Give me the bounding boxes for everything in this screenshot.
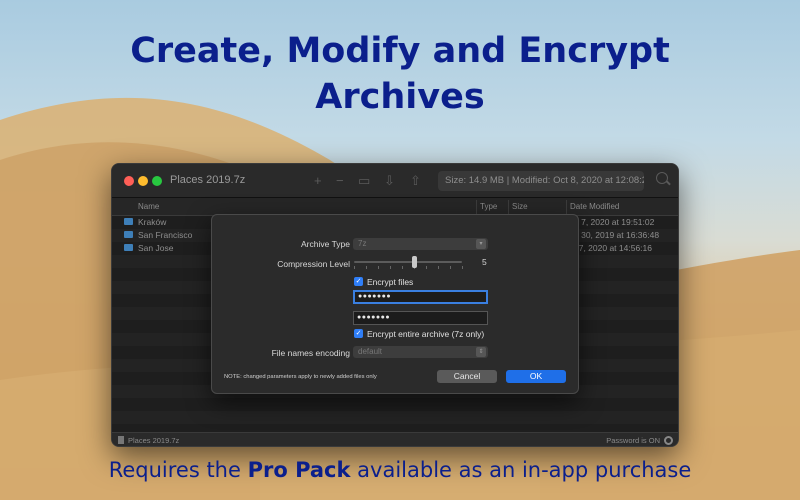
slider-tick xyxy=(390,266,391,269)
promo-footer: Requires the Pro Pack available as an in… xyxy=(0,458,800,482)
file-date: t 7, 2020 at 14:56:16 xyxy=(574,243,652,253)
compression-level-label: Compression Level xyxy=(277,259,350,269)
file-date: p 30, 2019 at 16:36:48 xyxy=(574,230,660,240)
password-status: Password is ON xyxy=(606,436,660,445)
password-field[interactable]: ●●●●●●● xyxy=(353,290,488,304)
file-name: San Francisco xyxy=(138,230,193,240)
column-size[interactable]: Size xyxy=(512,202,528,211)
encrypt-files-label: Encrypt files xyxy=(367,277,414,287)
compression-slider-knob[interactable] xyxy=(412,256,417,268)
dialog-note: NOTE: changed parameters apply to newly … xyxy=(224,374,377,380)
slider-tick xyxy=(450,266,451,269)
archive-type-label: Archive Type xyxy=(301,239,350,249)
password-confirm-field[interactable]: ●●●●●●● xyxy=(353,311,488,325)
chevron-down-icon: ▾ xyxy=(476,239,486,249)
chevron-updown-icon: ⇕ xyxy=(476,347,486,357)
encrypt-files-checkbox[interactable]: ✓ xyxy=(354,277,363,286)
promo-footer-bold: Pro Pack xyxy=(247,458,351,482)
promo-footer-before: Requires the xyxy=(108,458,248,482)
search-icon[interactable] xyxy=(656,172,668,184)
promo-headline: Create, Modify and Encrypt Archives xyxy=(0,28,800,120)
archive-type-value: 7z xyxy=(358,239,367,248)
folder-icon[interactable]: ▭ xyxy=(358,173,370,189)
slider-tick xyxy=(354,266,355,269)
maximize-window-button[interactable] xyxy=(152,176,162,186)
promo-footer-after: available as an in-app purchase xyxy=(350,458,692,482)
slider-tick xyxy=(438,266,439,269)
encrypt-archive-label: Encrypt entire archive (7z only) xyxy=(367,329,485,339)
extract-icon[interactable]: ⇩ xyxy=(384,173,395,189)
add-icon[interactable]: + xyxy=(314,173,322,188)
window-titlebar: Places 2019.7z + − ▭ ⇩ ⇧ Size: 14.9 MB |… xyxy=(112,164,678,198)
slider-tick xyxy=(378,266,379,269)
ok-button[interactable]: OK xyxy=(506,370,566,383)
file-name: San Jose xyxy=(138,243,174,253)
archive-settings-dialog: Archive Type 7z ▾ Compression Level 5 ✓ … xyxy=(211,214,579,394)
export-icon[interactable]: ⇧ xyxy=(410,173,421,189)
folder-icon xyxy=(124,244,133,251)
column-date-modified[interactable]: Date Modified xyxy=(570,202,619,211)
encrypt-archive-checkbox[interactable]: ✓ xyxy=(354,329,363,338)
promo-headline-line2: Archives xyxy=(315,77,485,117)
remove-icon[interactable]: − xyxy=(336,173,344,188)
encoding-value: default xyxy=(358,347,383,356)
archive-info-box: Size: 14.9 MB | Modified: Oct 8, 2020 at… xyxy=(438,171,644,191)
slider-tick xyxy=(366,266,367,269)
status-archive-name: Places 2019.7z xyxy=(128,436,180,445)
encoding-label: File names encoding xyxy=(271,348,350,358)
slider-tick xyxy=(402,266,403,269)
compression-level-value: 5 xyxy=(482,257,487,267)
file-date: p 7, 2020 at 19:51:02 xyxy=(574,217,655,227)
promo-headline-line1: Create, Modify and Encrypt xyxy=(130,31,670,71)
window-title: Places 2019.7z xyxy=(170,174,246,186)
close-window-button[interactable] xyxy=(124,176,134,186)
archive-type-select[interactable]: 7z ▾ xyxy=(353,238,488,250)
encoding-select[interactable]: default ⇕ xyxy=(353,346,488,358)
cancel-button[interactable]: Cancel xyxy=(437,370,497,383)
archive-file-icon xyxy=(118,436,124,444)
status-bar: Places 2019.7z Password is ON xyxy=(112,432,678,446)
minimize-window-button[interactable] xyxy=(138,176,148,186)
file-name: Kraków xyxy=(138,217,167,227)
folder-icon xyxy=(124,231,133,238)
column-type[interactable]: Type xyxy=(480,202,497,211)
folder-icon xyxy=(124,218,133,225)
column-name[interactable]: Name xyxy=(138,202,159,211)
gear-icon[interactable] xyxy=(664,436,673,445)
slider-tick xyxy=(462,266,463,269)
slider-tick xyxy=(426,266,427,269)
compression-level-slider[interactable] xyxy=(354,261,462,263)
